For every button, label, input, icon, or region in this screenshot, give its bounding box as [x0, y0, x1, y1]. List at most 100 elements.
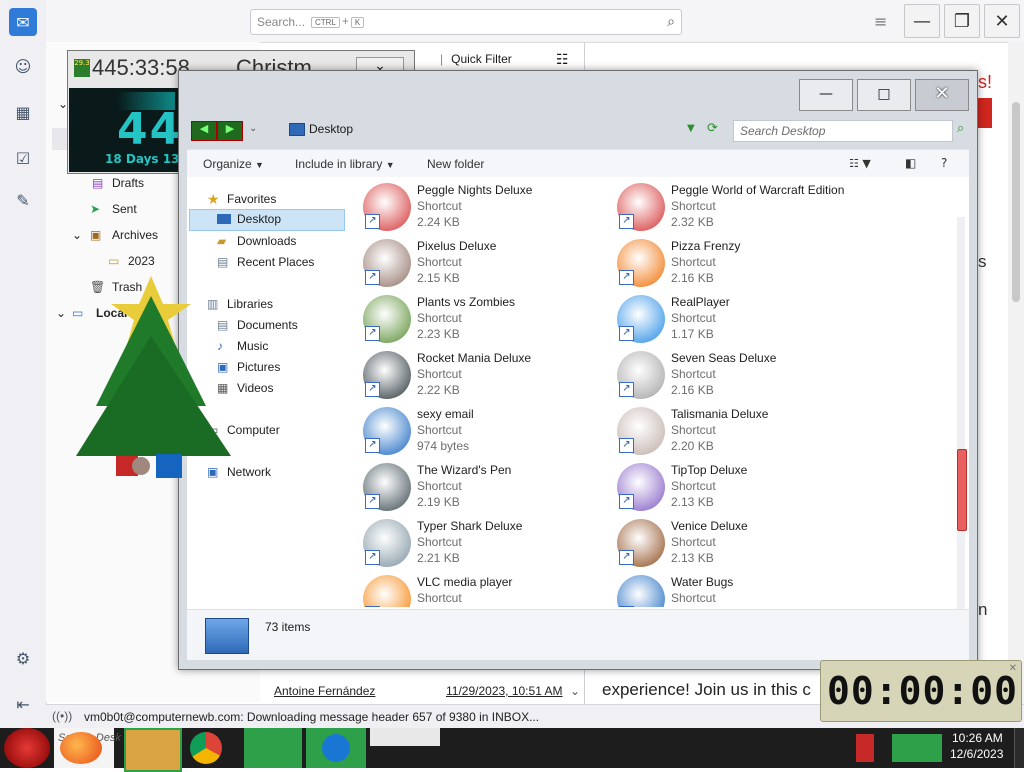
- quick-filter-button[interactable]: | Quick Filter: [440, 52, 512, 66]
- settings-gear-icon[interactable]: ⚙: [9, 644, 37, 672]
- taskbar-date[interactable]: 12/6/2023: [950, 747, 1003, 761]
- nav-computer[interactable]: Computer: [227, 423, 280, 437]
- folder-trash[interactable]: Trash: [112, 280, 142, 294]
- explorer-window[interactable]: — □ ✕ ◀ ▶ ⌄ Desktop ▼ ⟳ Search Desktop ⌕…: [178, 70, 978, 670]
- file-item[interactable]: ↗ Pixelus Deluxe Shortcut 2.15 KB: [363, 239, 613, 291]
- file-explorer-taskbar-icon[interactable]: [124, 728, 182, 772]
- organize-button[interactable]: Organize ▼: [203, 157, 264, 171]
- taskbar-blank-thumbnail[interactable]: [370, 728, 440, 746]
- restore-button[interactable]: ❐: [944, 4, 980, 38]
- file-item[interactable]: ↗ sexy email Shortcut 974 bytes: [363, 407, 613, 459]
- nav-network[interactable]: Network: [227, 465, 271, 479]
- chat-icon[interactable]: ✎: [9, 186, 37, 214]
- file-item[interactable]: ↗ Plants vs Zombies Shortcut 2.23 KB: [363, 295, 613, 347]
- recent-pages-chevron-icon[interactable]: ⌄: [249, 123, 257, 134]
- recent-places-icon: ▤: [217, 255, 229, 269]
- file-type: Shortcut: [671, 367, 716, 381]
- app-menu-icon[interactable]: ≡: [874, 12, 887, 31]
- nav-downloads[interactable]: Downloads: [237, 234, 296, 248]
- preview-scrollbar[interactable]: [1008, 42, 1024, 704]
- address-book-icon[interactable]: ☺: [9, 52, 37, 80]
- file-item[interactable]: ↗ Typer Shark Deluxe Shortcut 2.21 KB: [363, 519, 613, 571]
- local-folders[interactable]: Local F: [96, 306, 138, 320]
- message-date[interactable]: 11/29/2023, 10:51 AM: [446, 684, 563, 698]
- message-sender[interactable]: Antoine Fernández: [274, 684, 375, 698]
- global-search-input[interactable]: Search... CTRL + K ⌕: [250, 9, 682, 35]
- folder-drafts[interactable]: Drafts: [112, 176, 144, 190]
- file-item[interactable]: ↗ Seven Seas Deluxe Shortcut 2.16 KB: [617, 351, 867, 403]
- clock-widget-close-icon[interactable]: ✕: [1009, 663, 1017, 674]
- nav-desktop[interactable]: Desktop: [237, 212, 281, 226]
- start-santa-icon[interactable]: [4, 728, 50, 768]
- local-chevron-icon[interactable]: ⌄: [56, 306, 66, 320]
- nav-videos[interactable]: Videos: [237, 381, 273, 395]
- file-item[interactable]: ↗ RealPlayer Shortcut 1.17 KB: [617, 295, 867, 347]
- file-item[interactable]: ↗ Pizza Frenzy Shortcut 2.16 KB: [617, 239, 867, 291]
- preview-pane-icon[interactable]: ◧: [905, 156, 916, 170]
- explorer-maximize-button[interactable]: □: [857, 79, 911, 111]
- nav-pictures[interactable]: Pictures: [237, 360, 280, 374]
- mail-space-icon[interactable]: ✉: [9, 8, 37, 36]
- scroll-down-chevron-icon[interactable]: ⌄: [570, 684, 580, 698]
- nav-music[interactable]: Music: [237, 339, 268, 353]
- preview-text-fragment-s: s: [978, 252, 987, 271]
- file-item[interactable]: ↗ Venice Deluxe Shortcut 2.13 KB: [617, 519, 867, 571]
- thunderbird-taskbar-icon[interactable]: [306, 728, 366, 768]
- nav-recent-places[interactable]: Recent Places: [237, 255, 314, 269]
- preview-red-button[interactable]: [978, 98, 992, 128]
- address-location[interactable]: Desktop: [309, 122, 353, 136]
- gadget-small-label: 29.3: [74, 59, 90, 77]
- refresh-icon[interactable]: ⟳: [707, 121, 718, 136]
- nav-favorites[interactable]: Favorites: [227, 192, 276, 206]
- forward-button[interactable]: ▶: [217, 121, 243, 141]
- file-list-scrollbar-thumb[interactable]: [957, 449, 967, 531]
- display-options-icon[interactable]: ☷: [556, 52, 569, 68]
- explorer-search-icon[interactable]: ⌕: [957, 121, 964, 136]
- shortcut-key-ctrl: CTRL: [311, 17, 340, 28]
- tray-flag-icon[interactable]: [856, 734, 874, 762]
- archives-chevron-icon[interactable]: ⌄: [72, 228, 82, 242]
- file-item[interactable]: ↗ VLC media player Shortcut: [363, 575, 613, 607]
- new-folder-button[interactable]: New folder: [427, 157, 484, 171]
- file-item[interactable]: ↗ TipTop Deluxe Shortcut 2.13 KB: [617, 463, 867, 515]
- explorer-minimize-button[interactable]: —: [799, 79, 853, 111]
- folder-2023[interactable]: 2023: [128, 254, 155, 268]
- file-size: 2.20 KB: [671, 439, 714, 453]
- collapse-spaces-icon[interactable]: ⇤: [9, 690, 37, 718]
- explorer-search-input[interactable]: Search Desktop: [733, 120, 953, 142]
- preview-headline-fragment: s!: [978, 72, 993, 92]
- nav-libraries[interactable]: Libraries: [227, 297, 273, 311]
- file-list-scrollbar[interactable]: [957, 217, 967, 609]
- back-button[interactable]: ◀: [191, 121, 217, 141]
- nav-documents[interactable]: Documents: [237, 318, 298, 332]
- include-in-library-button[interactable]: Include in library ▼: [295, 157, 395, 171]
- folder-sent[interactable]: Sent: [112, 202, 137, 216]
- close-button[interactable]: ✕: [984, 4, 1020, 38]
- file-item[interactable]: ↗ Talismania Deluxe Shortcut 2.20 KB: [617, 407, 867, 459]
- file-name: Talismania Deluxe: [671, 407, 769, 421]
- folder-archives[interactable]: Archives: [112, 228, 158, 242]
- explorer-close-button[interactable]: ✕: [915, 79, 969, 111]
- gadget-display: 44 18 Days 13: [69, 88, 180, 172]
- file-type: Shortcut: [671, 255, 716, 269]
- address-dropdown-icon[interactable]: ▼: [687, 123, 695, 134]
- chrome-icon[interactable]: [190, 732, 222, 764]
- tasks-icon[interactable]: ☑: [9, 144, 37, 172]
- taskbar-time[interactable]: 10:26 AM: [952, 731, 1003, 745]
- minimize-button[interactable]: —: [904, 4, 940, 38]
- show-desktop-button[interactable]: [1014, 728, 1024, 768]
- firefox-icon[interactable]: [60, 732, 102, 764]
- help-icon[interactable]: ?: [941, 156, 947, 170]
- view-options-icon[interactable]: ☷ ▼: [849, 157, 871, 170]
- file-item[interactable]: ↗ Peggle Nights Deluxe Shortcut 2.24 KB: [363, 183, 613, 235]
- file-item[interactable]: ↗ Rocket Mania Deluxe Shortcut 2.22 KB: [363, 351, 613, 403]
- file-item[interactable]: ↗ Water Bugs Shortcut: [617, 575, 867, 607]
- calendar-icon[interactable]: ▦: [9, 98, 37, 126]
- christmas-tree-taskbar-icon[interactable]: [244, 728, 302, 768]
- preview-scrollbar-thumb[interactable]: [1012, 102, 1020, 302]
- file-size: 2.16 KB: [671, 383, 714, 397]
- file-item[interactable]: ↗ The Wizard's Pen Shortcut 2.19 KB: [363, 463, 613, 515]
- digital-clock-widget[interactable]: 00:00:00 ✕: [820, 660, 1022, 722]
- file-item[interactable]: ↗ Peggle World of Warcraft Edition Shortcu…: [617, 183, 867, 235]
- tray-network-volume-icon[interactable]: [892, 734, 942, 762]
